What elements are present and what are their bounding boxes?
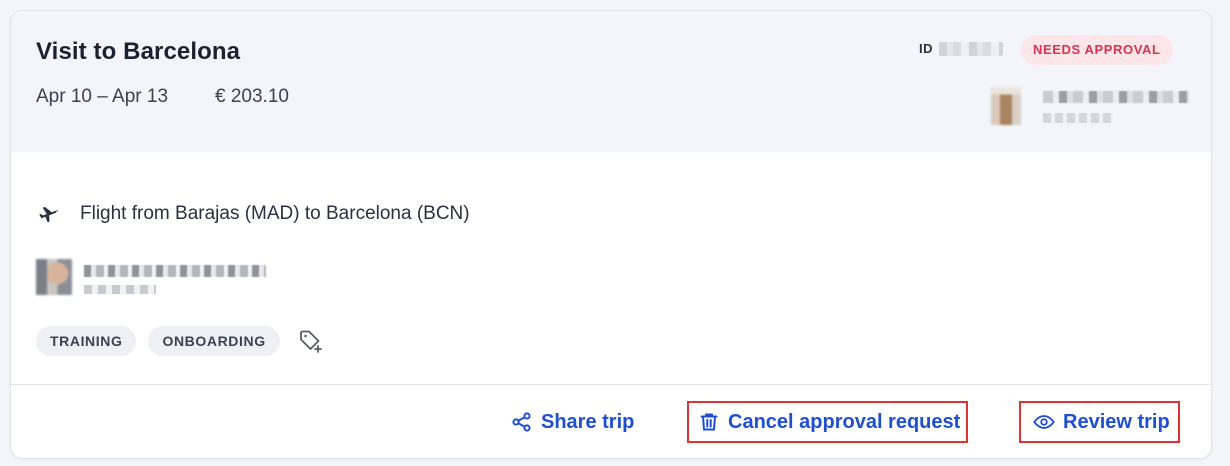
trip-card: Visit to Barcelona Apr 10 – Apr 13 € 203… [10, 10, 1212, 459]
share-trip-label: Share trip [541, 410, 635, 433]
trip-card-header: Visit to Barcelona Apr 10 – Apr 13 € 203… [11, 11, 1211, 152]
approver-avatar [991, 87, 1021, 125]
trip-price: € 203.10 [215, 86, 289, 107]
tag-training: TRAINING [36, 326, 137, 356]
review-trip-button[interactable]: Review trip [1019, 401, 1180, 443]
trip-actions: Share trip Cancel approval request Revie… [11, 385, 1211, 458]
cancel-approval-request-button[interactable]: Cancel approval request [687, 401, 969, 443]
flight-description: Flight from Barajas (MAD) to Barcelona (… [80, 203, 470, 224]
status-badge: NEEDS APPROVAL [1021, 35, 1173, 65]
traveler-info-redacted [36, 257, 276, 301]
traveler-name-redacted [84, 265, 266, 277]
traveler-detail-redacted [84, 285, 156, 294]
tag-list: TRAINING ONBOARDING [36, 326, 326, 356]
airplane-icon [36, 201, 62, 227]
share-trip-button[interactable]: Share trip [511, 401, 634, 443]
trip-id-label: ID [919, 41, 933, 56]
cancel-approval-request-label: Cancel approval request [728, 410, 961, 433]
approver-info-redacted [991, 83, 1191, 129]
add-tag-icon[interactable] [296, 326, 326, 356]
approver-name-redacted [1043, 91, 1189, 103]
review-trip-label: Review trip [1063, 410, 1170, 433]
trip-dates: Apr 10 – Apr 13 [36, 86, 169, 107]
flight-segment: Flight from Barajas (MAD) to Barcelona (… [36, 201, 470, 227]
share-icon [511, 411, 533, 433]
trip-title: Visit to Barcelona [36, 38, 241, 65]
trash-icon [698, 411, 720, 433]
traveler-avatar [36, 259, 72, 295]
eye-icon [1033, 411, 1055, 433]
tag-onboarding: ONBOARDING [148, 326, 280, 356]
approver-detail-redacted [1043, 113, 1113, 123]
trip-id-redacted [939, 42, 1003, 56]
